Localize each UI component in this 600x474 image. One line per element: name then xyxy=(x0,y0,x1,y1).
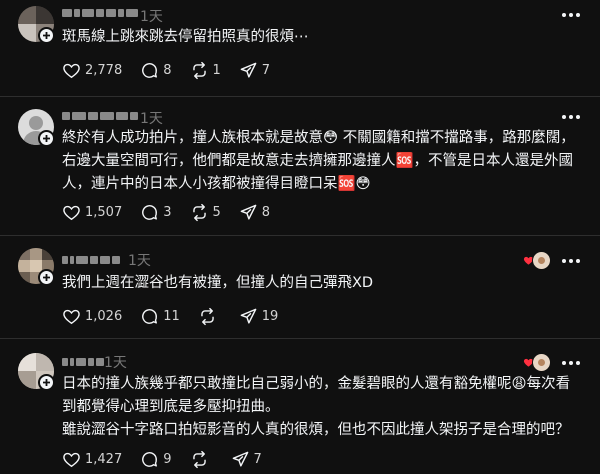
like-button[interactable]: 1,507 xyxy=(62,203,122,222)
author-liked-indicator xyxy=(523,251,551,271)
post-text: 終於有人成功拍片，撞人族根本就是故意😳 不關國籍和擋不擋路事，路那麼闊，右邊大量… xyxy=(62,127,582,196)
follow-plus-icon[interactable] xyxy=(38,269,55,286)
action-bar: 1,427 9 7 xyxy=(62,449,280,469)
heart-icon xyxy=(63,309,80,324)
like-count: 1,026 xyxy=(85,308,123,324)
share-count: 7 xyxy=(261,62,271,78)
share-icon xyxy=(240,62,257,78)
timestamp: 1天 xyxy=(128,253,151,269)
heart-icon xyxy=(63,452,80,467)
action-bar: 1,507 3 5 8 xyxy=(62,202,288,222)
reply-post: 1天 我們上週在澀谷也有被撞，但撞人的自己彈飛XD 1,026 11 19 xyxy=(0,236,600,338)
more-options-icon[interactable] xyxy=(562,12,582,18)
share-button[interactable]: 7 xyxy=(231,450,262,469)
share-button[interactable]: 19 xyxy=(239,307,279,326)
share-count: 19 xyxy=(261,308,279,324)
share-icon xyxy=(232,451,248,467)
post-text: 日本的撞人族幾乎都只敢撞比自己弱小的，金髮碧眼的人還有豁免權呢😩每次看到都覺得心… xyxy=(62,373,582,442)
post-line: 雖說澀谷十字路口拍短影音的人真的很煩，但也不因此撞人架拐子是合理的吧？ xyxy=(62,422,570,438)
repost-icon xyxy=(201,307,214,325)
more-options-icon[interactable] xyxy=(562,114,582,120)
username-redacted[interactable] xyxy=(62,111,138,121)
like-count: 2,778 xyxy=(85,62,123,78)
repost-icon xyxy=(192,203,206,221)
username-redacted[interactable] xyxy=(62,255,120,265)
follow-plus-icon[interactable] xyxy=(38,130,55,147)
like-count: 1,427 xyxy=(85,451,123,467)
post-line: 日本的撞人族幾乎都只敢撞比自己弱小的，金髮碧眼的人還有豁免權呢😩每次看到都覺得心… xyxy=(62,376,571,415)
like-button[interactable]: 2,778 xyxy=(62,61,122,80)
comment-icon xyxy=(142,308,158,324)
username-redacted[interactable] xyxy=(62,357,104,367)
action-bar: 1,026 11 19 xyxy=(62,306,296,326)
repost-button[interactable]: 5 xyxy=(190,203,221,222)
heart-icon xyxy=(63,205,80,220)
repost-button[interactable] xyxy=(198,307,221,326)
share-icon xyxy=(240,204,257,220)
comment-icon xyxy=(142,62,158,78)
comment-count: 8 xyxy=(163,62,172,78)
post-text: 斑馬線上跳來跳去停留拍照真的很煩⋯ xyxy=(62,26,582,49)
share-count: 7 xyxy=(253,451,262,467)
like-button[interactable]: 1,427 xyxy=(62,450,122,469)
share-button[interactable]: 8 xyxy=(239,203,270,222)
reply-post: 1天 終於有人成功拍片，撞人族根本就是故意😳 不關國籍和擋不擋路事，路那麼闊，右… xyxy=(0,97,600,234)
more-options-icon[interactable] xyxy=(562,360,582,366)
comment-count: 3 xyxy=(163,204,172,220)
like-button[interactable]: 1,026 xyxy=(62,307,122,326)
timestamp: 1天 xyxy=(140,111,163,127)
follow-plus-icon[interactable] xyxy=(38,27,55,44)
more-options-icon[interactable] xyxy=(562,258,582,264)
reply-post: 1天 日本的撞人族幾乎都只敢撞比自己弱小的，金髮碧眼的人還有豁免權呢😩每次看到都… xyxy=(0,339,600,474)
comment-button[interactable]: 3 xyxy=(140,203,172,222)
author-liked-indicator xyxy=(523,353,551,373)
repost-count: 5 xyxy=(212,204,221,220)
comment-count: 9 xyxy=(163,451,172,467)
share-count: 8 xyxy=(261,204,271,220)
repost-button[interactable]: 1 xyxy=(190,61,221,80)
comment-icon xyxy=(142,204,158,220)
heart-icon xyxy=(63,63,80,78)
comment-icon xyxy=(142,451,158,467)
repost-icon xyxy=(192,61,206,79)
share-icon xyxy=(240,308,257,324)
timestamp: 1天 xyxy=(140,9,163,25)
post-line: 斑馬線上跳來跳去停留拍照真的很煩⋯ xyxy=(62,29,309,45)
post-line: 我們上週在澀谷也有被撞，但撞人的自己彈飛XD xyxy=(62,275,374,291)
action-bar: 2,778 8 1 7 xyxy=(62,60,288,80)
comment-button[interactable]: 8 xyxy=(140,61,172,80)
post-text: 我們上週在澀谷也有被撞，但撞人的自己彈飛XD xyxy=(62,272,582,295)
repost-button[interactable] xyxy=(190,450,213,469)
reply-post: 1天 斑馬線上跳來跳去停留拍照真的很煩⋯ 2,778 8 1 7 xyxy=(0,0,600,96)
post-line: 終於有人成功拍片，撞人族根本就是故意😳 不關國籍和擋不擋路事，路那麼闊，右邊大量… xyxy=(62,130,575,192)
author-avatar-icon xyxy=(532,353,551,372)
follow-plus-icon[interactable] xyxy=(38,374,55,391)
comment-button[interactable]: 11 xyxy=(140,307,180,326)
share-button[interactable]: 7 xyxy=(239,61,270,80)
comment-count: 11 xyxy=(163,308,180,324)
repost-count: 1 xyxy=(212,62,221,78)
author-avatar-icon xyxy=(532,251,551,270)
comment-button[interactable]: 9 xyxy=(140,450,172,469)
timestamp: 1天 xyxy=(104,355,127,371)
like-count: 1,507 xyxy=(85,204,123,220)
username-redacted[interactable] xyxy=(62,8,138,18)
repost-icon xyxy=(192,450,206,468)
